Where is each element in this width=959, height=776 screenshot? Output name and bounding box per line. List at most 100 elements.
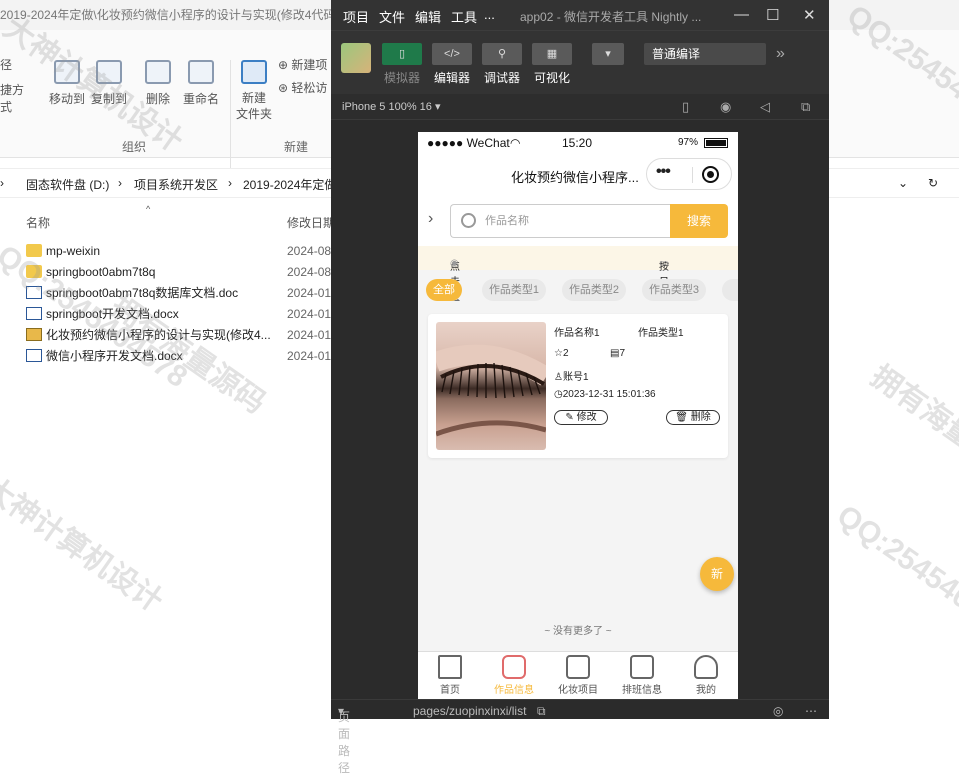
more-dots-icon[interactable]: ⋯ <box>805 704 817 718</box>
file-row[interactable]: 化妆预约微信小程序的设计与实现(修改4... 2024-01 <box>26 325 331 346</box>
category-chip[interactable]: 全部 <box>426 279 462 301</box>
account-value: 账号1 <box>562 372 589 383</box>
phone-simulator: ●●●●● WeChat ◠ 15:20 97% 化妆预约微信小程序... ••… <box>418 132 738 699</box>
file-row[interactable]: mp-weixin 2024-08 <box>26 241 331 262</box>
folder-icon <box>26 244 42 257</box>
new-item-button[interactable]: ⊕ 新建项 <box>278 56 327 73</box>
breadcrumb-subfolder[interactable]: 2019-2024年定做 <box>243 176 336 193</box>
menu-more[interactable]: ... <box>484 7 495 22</box>
search-box[interactable] <box>450 204 670 238</box>
code-icon: </> <box>432 43 472 65</box>
menu-file[interactable]: 文件 <box>379 7 405 26</box>
delete-button[interactable]: 删除 <box>140 60 176 107</box>
debugger-label: 调试器 <box>483 71 520 85</box>
simulator-bar: iPhone 5 100% 16 ▾ ▯ ◉ ◁ ⧉ <box>331 94 829 120</box>
edit-button[interactable]: ✎ 修改 <box>554 410 608 425</box>
close-mini-program-icon[interactable] <box>702 166 719 183</box>
rename-button[interactable]: 重命名 <box>180 60 222 107</box>
file-row[interactable]: springboot开发文档.docx 2024-01 <box>26 304 331 325</box>
file-row[interactable]: springboot0abm7t8q数据库文档.doc 2024-01 <box>26 283 331 304</box>
menu-tools[interactable]: 工具 <box>451 7 477 26</box>
category-chip[interactable]: 作品类型1 <box>482 279 546 301</box>
copy-to-button[interactable]: 复制到 <box>88 60 130 107</box>
move-to-button[interactable]: 移动到 <box>46 60 88 107</box>
device-select[interactable]: iPhone 5 100% 16 ▾ <box>342 100 440 113</box>
page-path-value: pages/zuopinxinxi/list <box>413 704 527 718</box>
record-icon[interactable]: ◉ <box>720 99 731 115</box>
window-icon[interactable]: ⧉ <box>801 99 810 115</box>
simulator-toggle[interactable]: ▯ 模拟器 <box>382 43 422 86</box>
phone-icon[interactable]: ▯ <box>682 99 689 115</box>
edit-label: 修改 <box>576 412 597 423</box>
tab-mine[interactable]: 我的 <box>674 655 738 696</box>
likes-count: 2 <box>562 348 569 359</box>
compile-mode-select[interactable]: 普通编译 <box>644 43 766 65</box>
search-button[interactable]: 搜索 <box>670 204 728 238</box>
add-new-button[interactable]: 新 <box>700 557 734 591</box>
visual-toggle[interactable]: ▦ 可视化 <box>532 43 572 86</box>
page-path-toggle[interactable]: 页面路径 ▾ <box>338 704 350 775</box>
tab-works[interactable]: 作品信息 <box>482 655 546 696</box>
no-more-label: ~ 没有更多了 ~ <box>544 626 612 637</box>
close-icon[interactable]: ✕ <box>803 6 816 24</box>
avatar[interactable] <box>341 43 371 73</box>
easy-access-button[interactable]: ⊛ 轻松访 <box>278 79 327 96</box>
delete-label: 删除 <box>690 412 711 423</box>
more-arrows-icon[interactable]: » <box>776 45 785 63</box>
tab-makeup[interactable]: 化妆项目 <box>546 655 610 696</box>
new-item-label: 新建项 <box>291 58 328 72</box>
category-chip[interactable]: 作品类型2 <box>562 279 626 301</box>
column-name-header[interactable]: 名称 <box>26 214 50 231</box>
eye-icon: ◉ <box>450 258 459 269</box>
mini-program-nav-bar: 化妆预约微信小程序... ••• <box>418 154 738 198</box>
capsule-menu[interactable]: ••• <box>646 158 732 190</box>
maximize-icon[interactable]: ☐ <box>766 6 779 24</box>
volume-icon[interactable]: ◁ <box>760 99 770 115</box>
tab-schedule[interactable]: 排班信息 <box>610 655 674 696</box>
trash-icon: 🗑 <box>675 412 691 423</box>
page-title: 化妆预约微信小程序... <box>511 170 639 185</box>
column-date-header[interactable]: 修改日期 <box>287 214 335 231</box>
chevron-right-icon[interactable]: › <box>428 210 433 228</box>
more-dots-icon[interactable]: ••• <box>656 163 671 181</box>
star-icon: ☆ <box>554 348 563 359</box>
refresh-icon[interactable]: ↻ <box>928 176 938 190</box>
file-row[interactable]: 微信小程序开发文档.docx 2024-01 <box>26 346 331 367</box>
new-folder-icon <box>241 60 267 84</box>
tab-home[interactable]: 首页 <box>418 655 482 696</box>
search-input[interactable] <box>485 212 655 230</box>
delete-button[interactable]: 🗑 删除 <box>666 410 720 425</box>
menu-edit[interactable]: 编辑 <box>415 7 441 26</box>
search-row: › 搜索 <box>418 198 738 246</box>
new-folder-button[interactable]: 新建 文件夹 <box>234 60 274 122</box>
phone-icon: ▯ <box>382 43 422 65</box>
category-chip[interactable]: 作品类型3 <box>642 279 706 301</box>
ribbon-left-label-2: 捷方式 <box>0 83 25 114</box>
clock-icon: ◷ <box>554 389 563 400</box>
breadcrumb-drive[interactable]: 固态软件盘 (D:) <box>26 176 109 193</box>
ribbon-left-partial[interactable]: 径 捷方式 <box>0 56 30 115</box>
work-image[interactable] <box>436 322 546 450</box>
compile-mode-label: 普通编译 <box>652 47 701 61</box>
editor-toggle[interactable]: </> 编辑器 <box>432 43 472 86</box>
file-date: 2024-01 <box>287 328 332 342</box>
mode-dropdown[interactable]: ▾ <box>592 43 632 69</box>
debugger-toggle[interactable]: ⚲ 调试器 <box>482 43 522 86</box>
breadcrumb-folder[interactable]: 项目系统开发区 <box>134 176 218 193</box>
menu-project[interactable]: 项目 <box>343 7 369 26</box>
minimize-icon[interactable]: — <box>734 6 749 23</box>
file-name: springboot0abm7t8q <box>46 265 156 279</box>
eye-icon[interactable]: ◎ <box>773 704 783 718</box>
file-date: 2024-08 <box>287 244 332 258</box>
devtools-app-title: app02 - 微信开发者工具 Nightly ... <box>520 10 702 24</box>
chevron-down-icon[interactable]: ⌄ <box>898 176 908 190</box>
file-row[interactable]: springboot0abm7t8q 2024-08 <box>26 262 331 283</box>
user-icon: ♙ <box>554 372 563 383</box>
chevron-right-icon: › <box>228 176 232 190</box>
work-type: 作品类型1 <box>638 328 684 339</box>
move-to-label: 移动到 <box>48 92 85 106</box>
category-chip-partial[interactable] <box>722 279 738 301</box>
work-card[interactable]: 作品名称1 作品类型1 ☆2 ▤7 ♙账号1 ◷2023-12-31 15:01… <box>428 314 728 458</box>
copy-icon[interactable]: ⧉ <box>537 704 546 719</box>
file-date: 2024-01 <box>287 286 332 300</box>
